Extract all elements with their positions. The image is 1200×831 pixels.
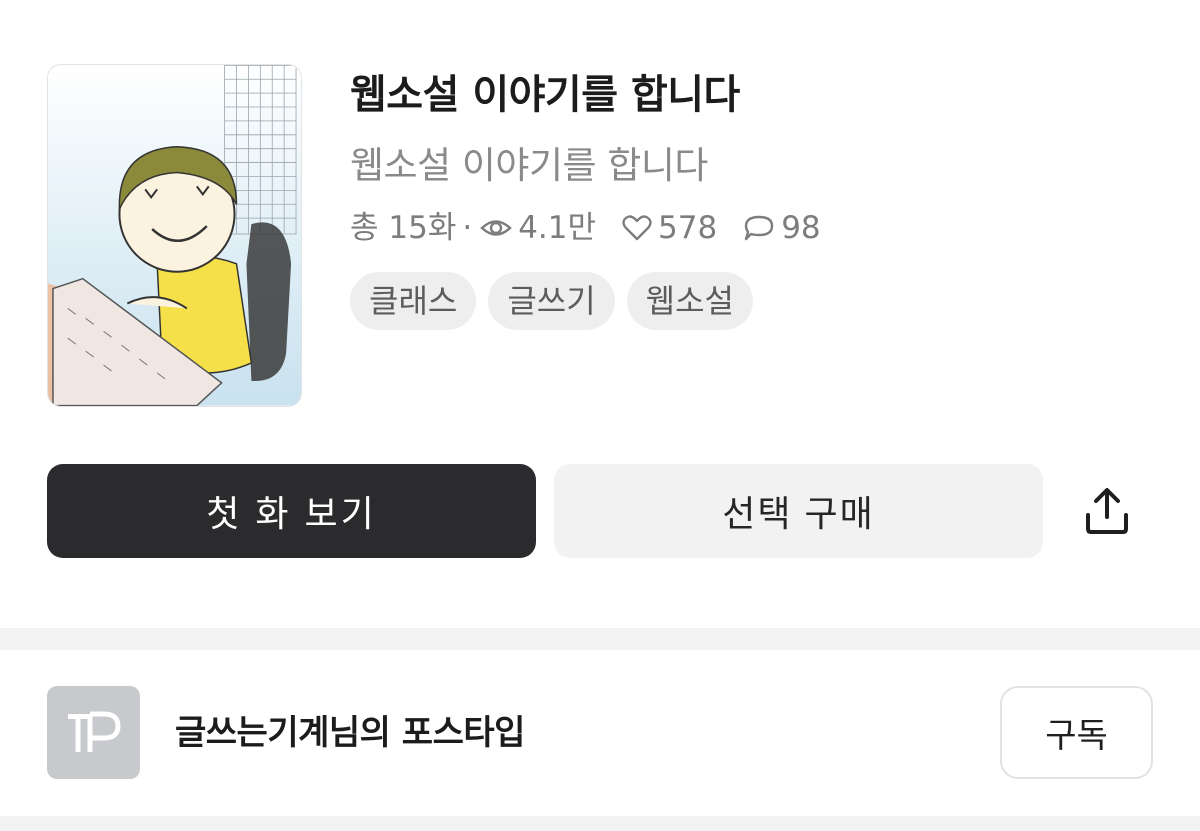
comment-stat: 98 bbox=[743, 206, 821, 250]
first-episode-button[interactable]: 첫 화 보기 bbox=[47, 464, 536, 558]
select-purchase-button[interactable]: 선택 구매 bbox=[554, 464, 1043, 558]
tag-list: 클래스 글쓰기 웹소설 bbox=[350, 272, 1150, 330]
subscribe-button[interactable]: 구독 bbox=[1000, 686, 1153, 779]
comment-icon bbox=[745, 215, 774, 241]
publisher-avatar[interactable] bbox=[47, 686, 140, 779]
book-subtitle: 웹소설 이야기를 합니다 bbox=[350, 144, 708, 187]
tag-chip[interactable]: 웹소설 bbox=[626, 272, 753, 330]
share-button[interactable] bbox=[1077, 481, 1137, 541]
cover-illustration bbox=[48, 65, 301, 406]
action-bar: 첫 화 보기 선택 구매 bbox=[47, 464, 1153, 558]
book-title: 웹소설 이야기를 합니다 bbox=[350, 72, 740, 118]
episode-count: 총 15화 bbox=[350, 210, 457, 246]
series-detail-page: 웹소설 이야기를 합니다 웹소설 이야기를 합니다 총 15화 · 4.1만 5… bbox=[0, 0, 1200, 831]
postype-logo-icon bbox=[67, 711, 121, 752]
stats-separator: · bbox=[462, 210, 473, 246]
view-stat: 4.1만 bbox=[480, 206, 596, 250]
eye-icon bbox=[480, 220, 512, 236]
section-divider bbox=[0, 628, 1200, 650]
publisher-name[interactable]: 글쓰는기계님의 포스타입 bbox=[175, 708, 525, 758]
tag-chip[interactable]: 클래스 bbox=[350, 272, 477, 330]
book-stats: 총 15화 · 4.1만 578 98 bbox=[350, 206, 1150, 250]
book-cover[interactable] bbox=[47, 64, 302, 407]
bottom-divider bbox=[0, 816, 1200, 831]
view-count: 4.1만 bbox=[518, 210, 597, 246]
book-info: 웹소설 이야기를 합니다 웹소설 이야기를 합니다 총 15화 · 4.1만 5… bbox=[350, 66, 1150, 330]
publisher-row[interactable]: 글쓰는기계님의 포스타입 구독 bbox=[47, 686, 1153, 780]
like-stat: 578 bbox=[622, 206, 717, 250]
like-count: 578 bbox=[658, 210, 718, 246]
comment-count: 98 bbox=[781, 210, 821, 246]
heart-icon bbox=[622, 215, 652, 241]
tag-chip[interactable]: 글쓰기 bbox=[488, 272, 615, 330]
share-icon bbox=[1086, 488, 1128, 534]
